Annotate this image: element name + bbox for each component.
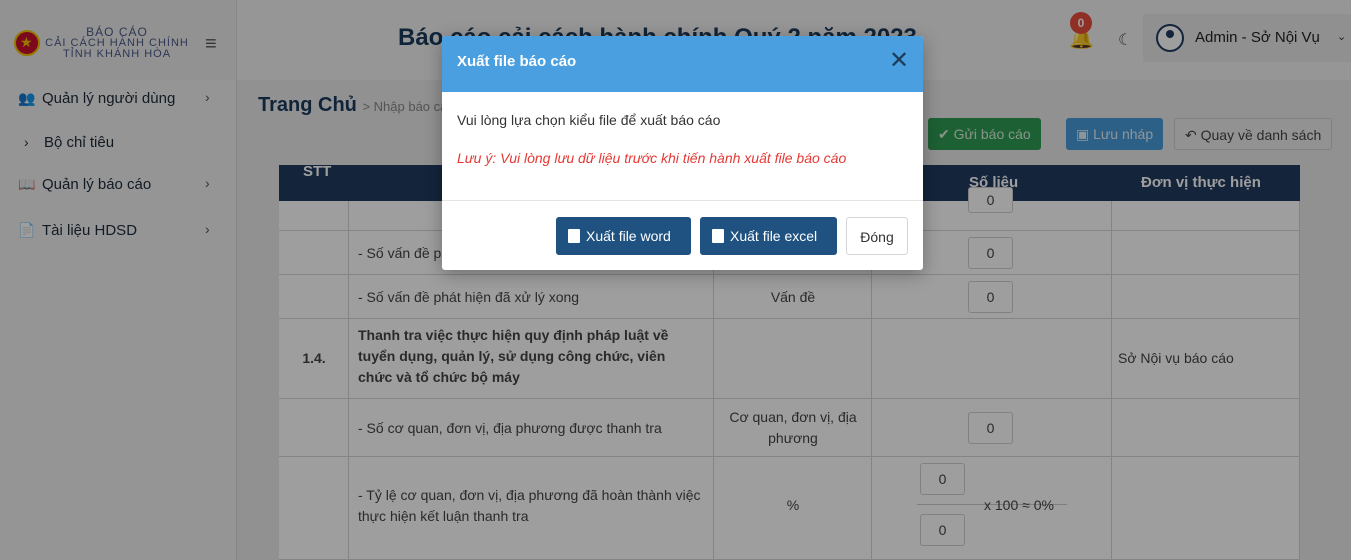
dialog-message: Vui lòng lựa chọn kiểu file để xuất báo … xyxy=(457,112,721,128)
close-button[interactable]: Đóng xyxy=(846,217,908,255)
export-excel-label: Xuất file excel xyxy=(730,228,818,244)
export-word-label: Xuất file word xyxy=(586,228,671,244)
dialog-header: Xuất file báo cáo ✕ xyxy=(442,36,923,92)
close-icon[interactable]: ✕ xyxy=(889,49,909,73)
divider xyxy=(442,200,923,201)
export-excel-button[interactable]: X Xuất file excel xyxy=(700,217,837,255)
export-word-button[interactable]: W Xuất file word xyxy=(556,217,691,255)
export-dialog: Xuất file báo cáo ✕ Vui lòng lựa chọn ki… xyxy=(442,36,923,270)
dialog-title: Xuất file báo cáo xyxy=(457,53,577,70)
word-file-icon: W xyxy=(568,229,580,254)
excel-file-icon: X xyxy=(712,229,724,254)
dialog-warning-note: Lưu ý: Vui lòng lưu dữ liệu trước khi ti… xyxy=(457,150,847,166)
